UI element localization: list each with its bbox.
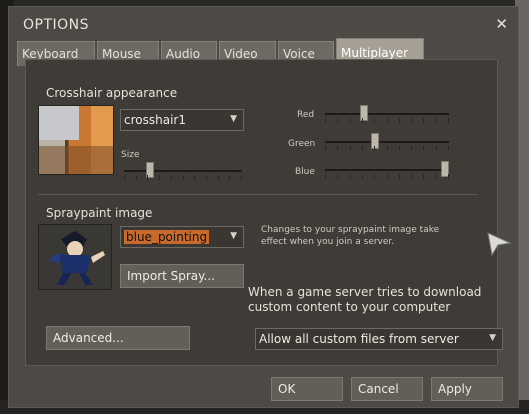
slider-tick bbox=[411, 118, 412, 123]
spray-select[interactable]: blue_pointing ▼ bbox=[120, 226, 244, 248]
slider-tick bbox=[147, 175, 148, 180]
slider-tick bbox=[124, 175, 125, 180]
slider-tick bbox=[183, 175, 184, 180]
red-label: Red bbox=[297, 110, 315, 120]
slider-tick bbox=[411, 174, 412, 179]
cursor-arrow-icon bbox=[487, 232, 512, 257]
slider-tick bbox=[229, 175, 230, 180]
slider-tick bbox=[337, 118, 338, 123]
slider-tick bbox=[436, 146, 437, 151]
slider-tick bbox=[362, 146, 363, 151]
slider-tick bbox=[423, 118, 424, 123]
slider-tick bbox=[362, 118, 363, 123]
slider-tick bbox=[448, 146, 449, 151]
slider-tick bbox=[337, 174, 338, 179]
slider-tick bbox=[325, 146, 326, 151]
ok-button[interactable]: OK bbox=[271, 377, 343, 401]
slider-tick bbox=[136, 175, 137, 180]
slider-tick bbox=[362, 174, 363, 179]
crosshair-section-label: Crosshair appearance bbox=[46, 86, 178, 100]
spray-note: Changes to your spraypaint image take ef… bbox=[261, 225, 440, 247]
download-select-value: Allow all custom files from server bbox=[259, 332, 459, 346]
slider-tick bbox=[423, 174, 424, 179]
spray-section-label: Spraypaint image bbox=[46, 206, 153, 220]
crosshair-select-value: crosshair1 bbox=[124, 113, 186, 127]
slider-tick bbox=[399, 118, 400, 123]
slider-tick bbox=[159, 175, 160, 180]
blue-slider[interactable] bbox=[325, 161, 449, 179]
size-label: Size bbox=[121, 150, 140, 160]
crosshair-preview bbox=[38, 105, 114, 175]
slider-tick bbox=[436, 174, 437, 179]
slider-tick bbox=[448, 118, 449, 123]
slider-tick bbox=[194, 175, 195, 180]
slider-tick bbox=[325, 174, 326, 179]
slider-tick bbox=[436, 118, 437, 123]
slider-tick bbox=[399, 174, 400, 179]
spray-select-value: blue_pointing bbox=[124, 230, 210, 244]
cancel-button[interactable]: Cancel bbox=[351, 377, 423, 401]
slider-tick bbox=[411, 146, 412, 151]
advanced-button[interactable]: Advanced... bbox=[46, 326, 190, 350]
slider-tick bbox=[337, 146, 338, 151]
slider-tick bbox=[387, 146, 388, 151]
slider-tick bbox=[423, 146, 424, 151]
chevron-down-icon: ▼ bbox=[489, 333, 496, 343]
close-icon[interactable]: ✕ bbox=[495, 15, 508, 33]
apply-button[interactable]: Apply bbox=[431, 377, 503, 401]
size-slider[interactable] bbox=[124, 162, 242, 180]
spray-character-icon bbox=[39, 225, 111, 289]
slider-tick bbox=[387, 118, 388, 123]
slider-tick bbox=[399, 146, 400, 151]
slider-tick bbox=[448, 174, 449, 179]
slider-tick bbox=[218, 175, 219, 180]
slider-tick bbox=[350, 118, 351, 123]
slider-tick bbox=[387, 174, 388, 179]
crosshair-select[interactable]: crosshair1 ▼ bbox=[120, 109, 244, 131]
slider-tick bbox=[325, 118, 326, 123]
download-select[interactable]: Allow all custom files from server ▼ bbox=[255, 328, 503, 350]
download-text: When a game server tries to download cus… bbox=[248, 285, 482, 314]
slider-tick bbox=[374, 118, 375, 123]
section-divider bbox=[38, 194, 478, 195]
chevron-down-icon: ▼ bbox=[230, 231, 237, 241]
import-spray-button[interactable]: Import Spray... bbox=[120, 264, 244, 288]
slider-tick bbox=[374, 146, 375, 151]
slider-tick bbox=[350, 146, 351, 151]
dialog-title: OPTIONS bbox=[23, 17, 90, 33]
slider-tick bbox=[374, 174, 375, 179]
green-slider-thumb[interactable] bbox=[371, 133, 379, 149]
chevron-down-icon: ▼ bbox=[230, 114, 237, 124]
slider-tick bbox=[350, 174, 351, 179]
slider-tick bbox=[206, 175, 207, 180]
spray-preview bbox=[38, 224, 112, 290]
blue-label: Blue bbox=[295, 167, 315, 177]
slider-tick bbox=[241, 175, 242, 180]
slider-tick bbox=[171, 175, 172, 180]
red-slider[interactable] bbox=[325, 105, 449, 123]
green-label: Green bbox=[288, 139, 316, 149]
green-slider[interactable] bbox=[325, 133, 449, 151]
